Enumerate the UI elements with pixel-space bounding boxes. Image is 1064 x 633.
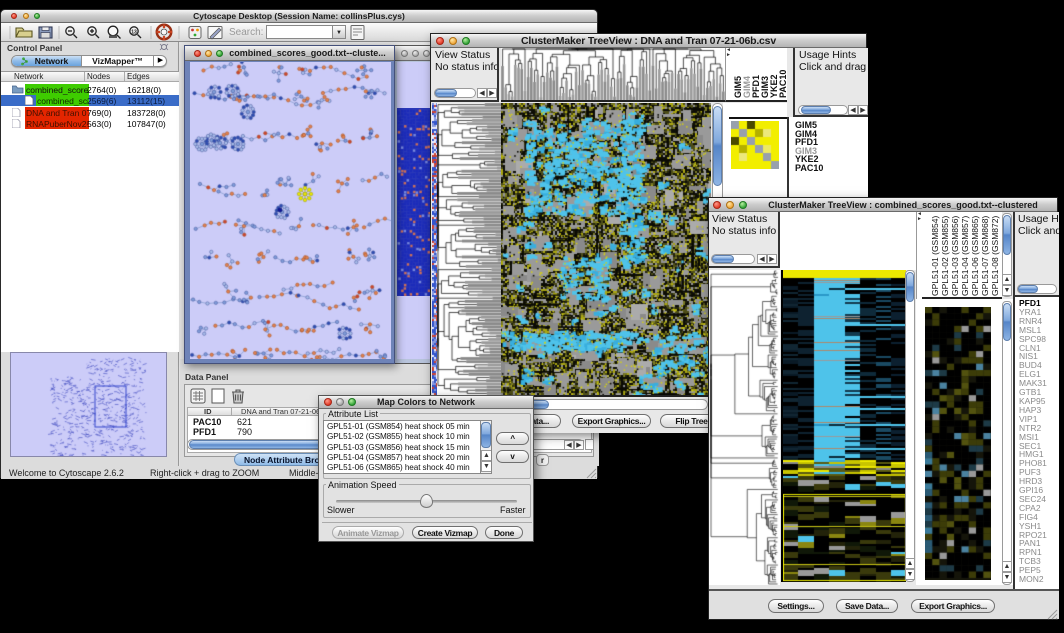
svg-text:13: 13 — [131, 30, 137, 36]
